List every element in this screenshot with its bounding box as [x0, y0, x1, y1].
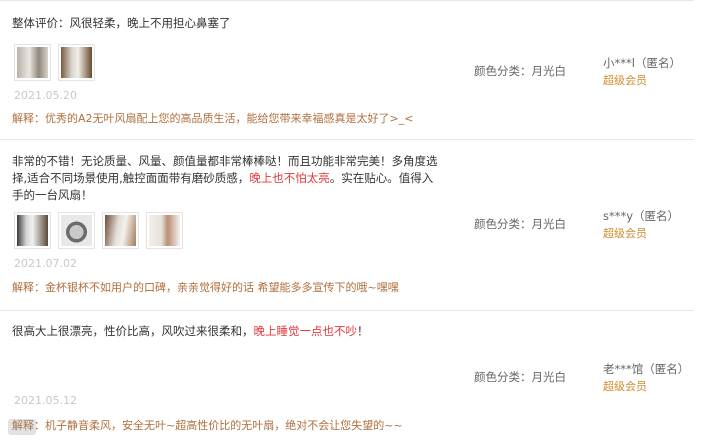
seller-reply: 解释：金杯银杯不如用户的口碑，亲亲觉得好的话 希望能多多宣传下的哦~嘿嘿	[12, 281, 399, 294]
review-photo-thumb[interactable]	[14, 44, 51, 81]
sku-info: 颜色分类：月光白	[474, 64, 566, 78]
reviewer-name[interactable]: 老***馆（匿名）	[603, 361, 691, 377]
review-content: 很高大上很漂亮，性价比高，风吹过来很柔和，晚上睡觉一点也不吵！	[12, 323, 442, 340]
sku-info: 颜色分类：月光白	[474, 370, 566, 384]
member-level: 超级会员	[603, 74, 647, 87]
review-content: 非常的不错！无论质量、风量、颜值量都非常棒棒哒！而且功能非常完美！多角度选择,适…	[12, 153, 442, 204]
review-photo-thumb[interactable]	[14, 212, 51, 249]
fan-photo-icon	[105, 215, 136, 246]
member-level: 超级会员	[603, 380, 647, 393]
fan-photo-icon	[17, 47, 48, 78]
review-item: 很高大上很漂亮，性价比高，风吹过来很柔和，晚上睡觉一点也不吵！ 2021.05.…	[0, 311, 694, 445]
fan-photo-icon	[61, 215, 92, 246]
review-photo-thumb[interactable]	[58, 44, 95, 81]
review-content: 整体评价：风很轻柔，晚上不用担心鼻塞了	[12, 15, 442, 32]
member-level: 超级会员	[603, 227, 647, 240]
seller-reply: 解释：优秀的A2无叶风扇配上您的高品质生活，能给您带来幸福感真是太好了>_<	[12, 112, 414, 125]
reviewer-name[interactable]: s***y（匿名）	[603, 208, 691, 224]
review-item: 非常的不错！无论质量、风量、颜值量都非常棒棒哒！而且功能非常完美！多角度选择,适…	[0, 139, 694, 311]
review-photo-thumb[interactable]	[146, 212, 183, 249]
review-highlight: 晚上睡觉一点也不吵	[253, 324, 358, 338]
seller-reply: 解释：机子静音柔风，安全无叶~超高性价比的无叶扇，绝对不会让您失望的~~	[12, 419, 403, 432]
fan-photo-icon	[149, 215, 180, 246]
watermark-mark	[8, 419, 36, 435]
review-text: 整体评价：风很轻柔，晚上不用担心鼻塞了	[12, 16, 231, 30]
sku-info: 颜色分类：月光白	[474, 217, 566, 231]
review-date: 2021.07.02	[14, 257, 77, 270]
review-photo-thumb[interactable]	[102, 212, 139, 249]
review-item: 整体评价：风很轻柔，晚上不用担心鼻塞了 2021.05.20 解释：优秀的A2无…	[0, 0, 694, 140]
review-photos	[14, 212, 183, 249]
review-list: 整体评价：风很轻柔，晚上不用担心鼻塞了 2021.05.20 解释：优秀的A2无…	[0, 0, 720, 445]
review-date: 2021.05.12	[14, 394, 77, 407]
review-date: 2021.05.20	[14, 89, 77, 102]
review-photos	[14, 44, 95, 81]
review-text-end: ！	[357, 324, 369, 338]
reviewer-name[interactable]: 小***l（匿名）	[603, 55, 691, 71]
review-highlight: 晚上也不怕太亮	[249, 171, 330, 185]
review-text: 很高大上很漂亮，性价比高，风吹过来很柔和，	[12, 324, 254, 338]
review-photo-thumb[interactable]	[58, 212, 95, 249]
fan-photo-icon	[61, 47, 92, 78]
fan-photo-icon	[17, 215, 48, 246]
